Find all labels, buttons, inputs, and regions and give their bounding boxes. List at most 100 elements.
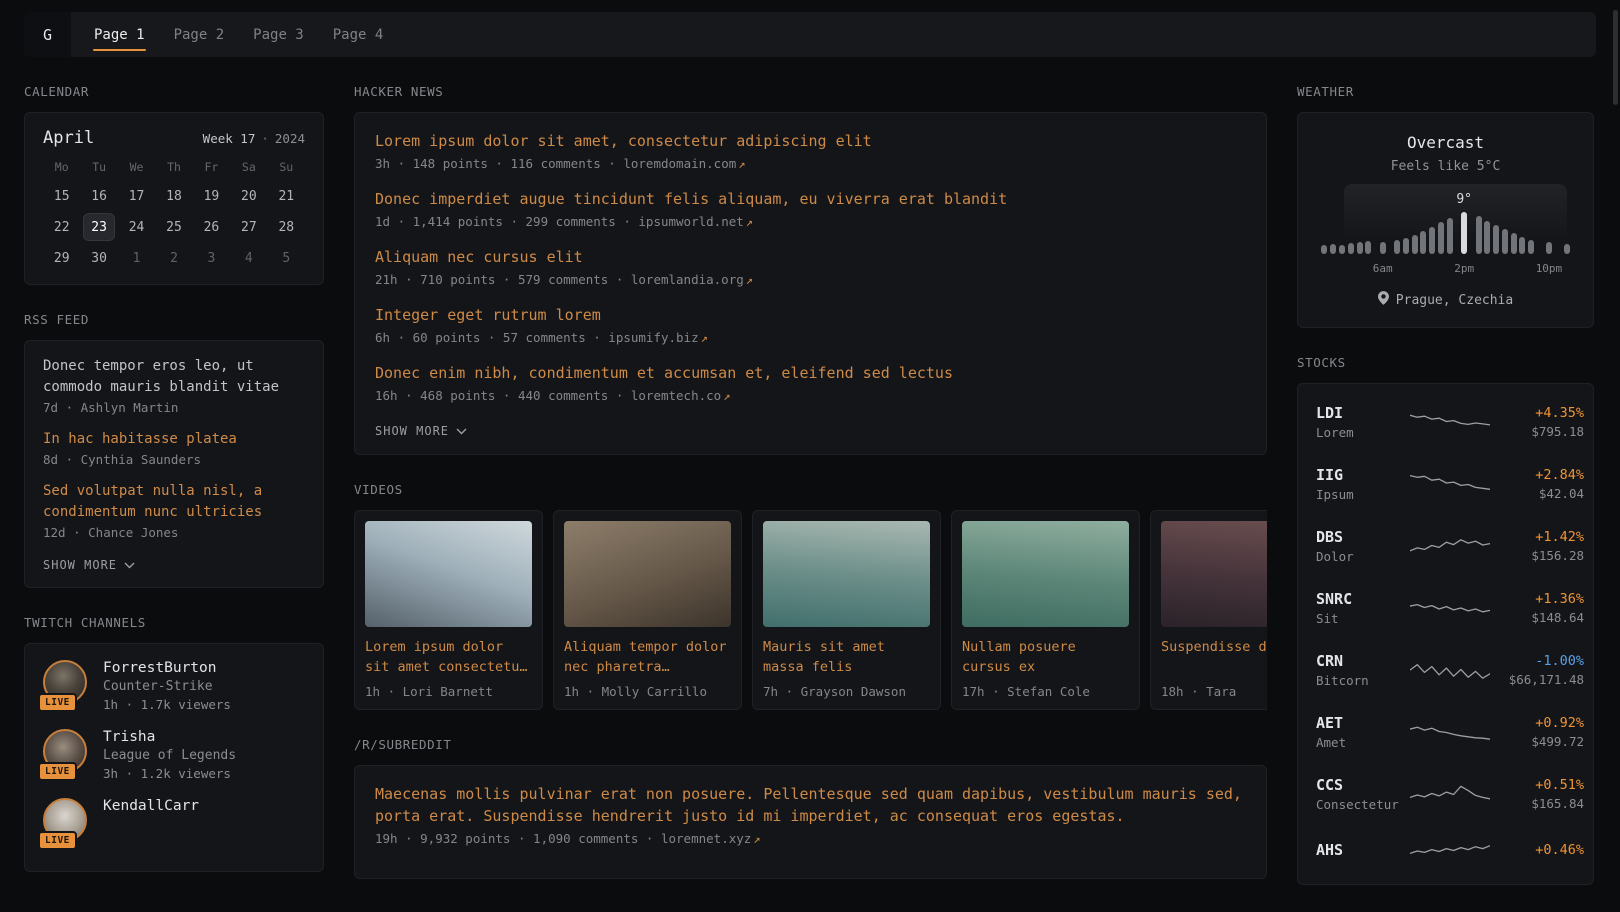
weather-widget: WEATHER Overcast Feels like 5°C [1297, 84, 1594, 328]
stock-values: +1.42% $156.28 [1490, 529, 1584, 563]
video-card[interactable]: Lorem ipsum dolor sit amet consectetu… 1… [354, 510, 543, 710]
rss-widget: RSS FEED Donec tempor eros leo, ut commo… [24, 312, 324, 588]
external-link-icon: ↗ [753, 832, 760, 846]
video-card[interactable]: Nullam posuere cursus ex 17h · Stefan Co… [951, 510, 1140, 710]
twitch-section-title: TWITCH CHANNELS [24, 615, 324, 630]
video-thumbnail[interactable] [1161, 521, 1267, 627]
page-tab[interactable]: Page 2 [173, 12, 226, 57]
videos-widget: VIDEOS Lorem ipsum dolor sit amet consec… [354, 482, 1267, 710]
scrollbar[interactable] [1613, 10, 1618, 105]
calendar-day-number: 30 [84, 245, 114, 271]
subreddit-item-link[interactable]: Maecenas mollis pulvinar erat non posuer… [375, 783, 1246, 827]
page-tab[interactable]: Page 1 [93, 12, 146, 57]
weather-hour-column [1518, 237, 1527, 275]
hackernews-item-link[interactable]: Lorem ipsum dolor sit amet, consectetur … [375, 130, 1246, 152]
rss-item-link[interactable]: Sed volutpat nulla nisl, a condimentum n… [43, 481, 305, 523]
hackernews-item-link[interactable]: Integer eget rutrum lorem [375, 304, 1246, 326]
hackernews-item-link[interactable]: Donec enim nibh, condimentum et accumsan… [375, 362, 1246, 384]
calendar-day-number: 21 [271, 183, 301, 209]
video-title-link[interactable]: Suspendisse diam [1161, 637, 1267, 677]
calendar-dow-label: Tu [92, 160, 106, 174]
stock-change: +0.92% [1490, 715, 1584, 731]
live-badge: LIVE [38, 693, 77, 712]
hackernews-item-link[interactable]: Donec imperdiet augue tincidunt felis al… [375, 188, 1246, 210]
app-logo[interactable]: G [24, 12, 71, 57]
hackernews-item-domain-link[interactable]: ipsumworld.net [638, 214, 743, 229]
calendar-day: 1 [118, 245, 155, 271]
calendar-day: 22 [43, 214, 80, 240]
stock-row[interactable]: CCS Consectetur +0.51% $165.84 [1316, 763, 1575, 825]
calendar-day: 20 [230, 183, 267, 209]
stock-row[interactable]: SNRC Sit +1.36% $148.64 [1316, 577, 1575, 639]
channel-name-link[interactable]: Trisha [103, 729, 236, 745]
weather-bar [1403, 238, 1409, 254]
stock-row[interactable]: CRN Bitcorn -1.00% $66,171.48 [1316, 639, 1575, 701]
stock-change: +1.36% [1490, 591, 1584, 607]
stock-sparkline [1410, 533, 1490, 559]
hackernews-item-domain-link[interactable]: loremdomain.com [623, 156, 736, 171]
video-card[interactable]: Mauris sit amet massa felis 7h · Grayson… [752, 510, 941, 710]
weather-hour-column: 9° 2pm [1454, 192, 1474, 275]
video-thumbnail[interactable] [962, 521, 1129, 627]
time-axis-label: 2pm [1454, 262, 1474, 275]
hackernews-section-title: HACKER NEWS [354, 84, 1267, 99]
stock-values: +0.92% $499.72 [1490, 715, 1584, 749]
video-card[interactable]: Aliquam tempor dolor nec pharetra… 1h · … [553, 510, 742, 710]
stock-price: $499.72 [1490, 734, 1584, 749]
stock-name: Bitcorn [1316, 673, 1410, 688]
stock-sparkline [1410, 838, 1490, 864]
video-title-link[interactable]: Nullam posuere cursus ex [962, 637, 1129, 677]
page-tabs: Page 1 Page 2 Page 3 Page 4 [71, 12, 384, 57]
video-thumbnail[interactable] [763, 521, 930, 627]
video-title-link[interactable]: Lorem ipsum dolor sit amet consectetu… [365, 637, 532, 677]
video-title-link[interactable]: Aliquam tempor dolor nec pharetra… [564, 637, 731, 677]
stock-row[interactable]: DBS Dolor +1.42% $156.28 [1316, 515, 1575, 577]
stock-row[interactable]: LDI Lorem +4.35% $795.18 [1316, 391, 1575, 453]
video-title-link[interactable]: Mauris sit amet massa felis [763, 637, 930, 677]
videos-section-title: VIDEOS [354, 482, 1267, 497]
stock-name: Sit [1316, 611, 1410, 626]
hackernews-item-domain-link[interactable]: loremlandia.org [631, 272, 744, 287]
calendar-day-number: 23 [84, 214, 114, 240]
calendar-day: 19 [193, 183, 230, 209]
external-link-icon: ↗ [701, 331, 708, 345]
page-tab[interactable]: Page 4 [332, 12, 385, 57]
weather-feels-like: Feels like 5°C [1320, 159, 1571, 174]
weather-bars: 6am [1320, 192, 1571, 275]
video-thumbnail[interactable] [564, 521, 731, 627]
stock-row[interactable]: AHS +0.46% [1316, 825, 1575, 877]
page-tab[interactable]: Page 3 [252, 12, 305, 57]
stock-symbol: AET [1316, 714, 1410, 732]
stock-price: $156.28 [1490, 548, 1584, 563]
channel-name-link[interactable]: ForrestBurton [103, 660, 231, 676]
rss-item: Donec tempor eros leo, ut commodo mauris… [43, 356, 305, 415]
subreddit-item-domain-link[interactable]: loremnet.xyz [661, 831, 751, 846]
weather-hour-column [1364, 241, 1373, 275]
calendar-dow-label: Mo [55, 160, 69, 174]
video-thumbnail[interactable] [365, 521, 532, 627]
stock-row[interactable]: IIG Ipsum +2.84% $42.04 [1316, 453, 1575, 515]
hackernews-item-link[interactable]: Aliquam nec cursus elit [375, 246, 1246, 268]
channel-name-link[interactable]: KendallCarr [103, 798, 199, 814]
stock-row[interactable]: AET Amet +0.92% $499.72 [1316, 701, 1575, 763]
hackernews-item-domain-link[interactable]: loremtech.co [631, 388, 721, 403]
calendar-day-number: 27 [234, 214, 264, 240]
weather-bar [1519, 237, 1525, 254]
hackernews-show-more-button[interactable]: SHOW MORE [375, 420, 467, 442]
video-card[interactable]: Suspendisse diam 18h · Tara [1150, 510, 1267, 710]
weather-hour-column [1393, 240, 1402, 275]
stock-sparkline [1410, 471, 1490, 497]
left-column: CALENDAR April Week 17·2024 MoTuWeThFrSa… [24, 84, 324, 899]
external-link-icon: ↗ [738, 157, 745, 171]
weather-bar [1447, 218, 1453, 254]
hackernews-item-domain-link[interactable]: ipsumify.biz [608, 330, 698, 345]
stock-sparkline [1410, 781, 1490, 807]
rss-show-more-button[interactable]: SHOW MORE [43, 554, 135, 576]
stock-change: +1.42% [1490, 529, 1584, 545]
rss-item-link[interactable]: In hac habitasse platea [43, 429, 305, 450]
avatar-wrap: LIVE [43, 729, 89, 775]
stock-id: LDI Lorem [1316, 404, 1410, 440]
hackernews-item: Lorem ipsum dolor sit amet, consectetur … [375, 130, 1246, 171]
rss-item-link[interactable]: Donec tempor eros leo, ut commodo mauris… [43, 356, 305, 398]
stock-id: DBS Dolor [1316, 528, 1410, 564]
